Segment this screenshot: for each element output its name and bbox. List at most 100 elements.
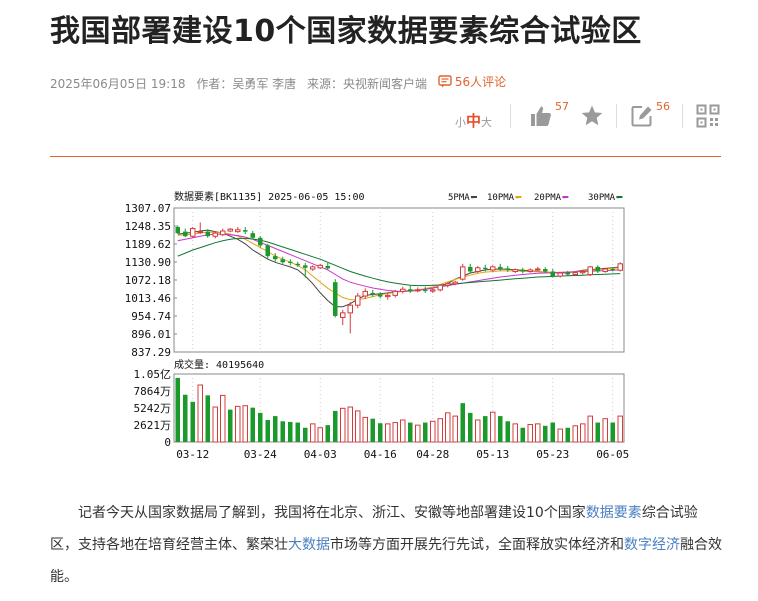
article-body: 记者今天从国家数据局了解到，我国将在北京、浙江、安徽等地部署建设10个国家数据要… bbox=[50, 497, 722, 593]
candle-body-up bbox=[212, 232, 218, 237]
price-tick-label: 1189.62 bbox=[125, 238, 171, 251]
font-large-button[interactable]: 大 bbox=[481, 116, 492, 129]
candle-body-down bbox=[520, 269, 525, 272]
date-tick-label: 03-12 bbox=[176, 448, 209, 461]
candle-body-down bbox=[550, 271, 555, 277]
candle-body-up bbox=[400, 288, 406, 292]
volume-bar-up bbox=[490, 411, 496, 443]
price-tick-label: 1130.90 bbox=[125, 256, 171, 269]
article-text: 市场等方面开展先行先试，全面释放实体经济和 bbox=[330, 537, 624, 553]
candle-body-up bbox=[310, 266, 316, 270]
volume-bar-up bbox=[220, 394, 226, 443]
source: 来源：央视新闻客户端 bbox=[306, 77, 427, 91]
edit-comment-icon[interactable] bbox=[630, 104, 654, 128]
candle-body-up bbox=[445, 283, 451, 286]
volume-bar-up bbox=[475, 419, 481, 443]
date-tick-label: 04-16 bbox=[364, 448, 397, 461]
candle-body-down bbox=[175, 227, 180, 234]
candle-body-up bbox=[452, 281, 458, 285]
volume-bar-down bbox=[378, 423, 383, 442]
volume-bar-down bbox=[468, 412, 473, 442]
toolbar-divider bbox=[682, 104, 683, 128]
volume-bar-up bbox=[445, 412, 451, 443]
volume-bar-down bbox=[205, 395, 210, 442]
date-tick-label: 04-03 bbox=[304, 448, 337, 461]
candle-body-down bbox=[423, 289, 428, 292]
candle-body-down bbox=[325, 265, 330, 269]
stock-chart: 数据要素[BK1135] 2025-06-05 15:00 5PMA- 10PMA… bbox=[122, 186, 634, 461]
volume-bar-up bbox=[535, 423, 541, 443]
qrcode-icon[interactable] bbox=[696, 104, 720, 128]
candle-body-down bbox=[295, 263, 300, 266]
volume-bar-up bbox=[197, 384, 203, 443]
comment-icon bbox=[438, 75, 452, 88]
keyword-link-digital-economy[interactable]: 数字经济 bbox=[624, 537, 680, 553]
date-tick-label: 06-05 bbox=[596, 448, 629, 461]
price-tick-label: 1307.07 bbox=[125, 202, 171, 215]
candle-body-up bbox=[392, 290, 398, 296]
title-divider bbox=[50, 156, 721, 157]
volume-plot-frame bbox=[173, 373, 625, 443]
volume-bar-down bbox=[303, 427, 308, 442]
candle-body-up bbox=[587, 266, 593, 276]
candle-body-up bbox=[190, 228, 196, 237]
ma-legend-label: 10PMA- bbox=[487, 193, 520, 203]
volume-bar-down bbox=[550, 422, 555, 442]
comment-count-link[interactable]: 56人评论 bbox=[438, 73, 513, 90]
candle-body-up bbox=[437, 284, 443, 291]
candle-body-down bbox=[250, 233, 255, 238]
candle-body-down bbox=[288, 261, 293, 263]
volume-bar-up bbox=[400, 419, 406, 443]
volume-bar-down bbox=[543, 425, 548, 442]
chart-header: 数据要素[BK1135] 2025-06-05 15:00 bbox=[174, 190, 365, 203]
author: 作者：吴勇军 李唐 bbox=[196, 77, 297, 91]
favorite-star-icon[interactable] bbox=[580, 104, 604, 128]
ma-legend-label: 20PMA- bbox=[534, 193, 567, 203]
date-tick-label: 04-28 bbox=[416, 448, 449, 461]
volume-tick-label: 2621万 bbox=[134, 419, 172, 432]
keyword-link-big-data[interactable]: 大数据 bbox=[288, 537, 330, 553]
candle-body-up bbox=[535, 268, 541, 271]
candle-body-up bbox=[317, 264, 323, 269]
volume-bar-up bbox=[602, 418, 608, 443]
volume-bar-up bbox=[527, 424, 533, 443]
volume-bar-down bbox=[265, 419, 270, 442]
volume-bar-down bbox=[250, 407, 255, 442]
candle-body-down bbox=[273, 256, 278, 260]
volume-bar-down bbox=[183, 394, 188, 442]
candle-body-up bbox=[197, 231, 203, 234]
font-mid-button[interactable]: 中 bbox=[466, 112, 481, 130]
candle-body-up bbox=[340, 312, 346, 318]
volume-bar-up bbox=[587, 415, 593, 443]
candle-body-down bbox=[610, 269, 615, 271]
candle-body-down bbox=[243, 230, 248, 232]
volume-bar-down bbox=[325, 425, 330, 442]
like-icon[interactable] bbox=[529, 104, 553, 128]
candle-body-up bbox=[460, 266, 466, 280]
comment-count-badge: 56 bbox=[656, 100, 670, 113]
volume-bar-up bbox=[355, 410, 361, 443]
keyword-link-data-elements[interactable]: 数据要素 bbox=[586, 505, 642, 521]
candle-body-down bbox=[370, 292, 375, 295]
volume-bar-down bbox=[610, 422, 615, 442]
volume-bar-down bbox=[595, 422, 600, 442]
volume-bar-down bbox=[423, 422, 428, 442]
price-tick-label: 1248.35 bbox=[125, 220, 171, 233]
candle-body-down bbox=[498, 266, 503, 269]
ma-legend-label: 30PMA- bbox=[588, 193, 621, 203]
candle-body-up bbox=[355, 295, 361, 306]
volume-bar-down bbox=[175, 377, 180, 442]
candle-body-up bbox=[220, 230, 226, 236]
price-tick-label: 1013.46 bbox=[125, 292, 171, 305]
font-small-button[interactable]: 小 bbox=[455, 116, 466, 129]
volume-bar-up bbox=[340, 407, 346, 443]
volume-bar-down bbox=[288, 421, 293, 442]
volume-tick-label: 7864万 bbox=[134, 385, 172, 398]
candle-body-up bbox=[415, 289, 421, 292]
candle-body-down bbox=[303, 265, 308, 268]
volume-bar-down bbox=[295, 422, 300, 442]
candle-body-down bbox=[543, 269, 548, 272]
candle-body-down bbox=[258, 237, 263, 246]
candle-body-up bbox=[527, 269, 533, 272]
volume-bar-up bbox=[392, 422, 398, 443]
